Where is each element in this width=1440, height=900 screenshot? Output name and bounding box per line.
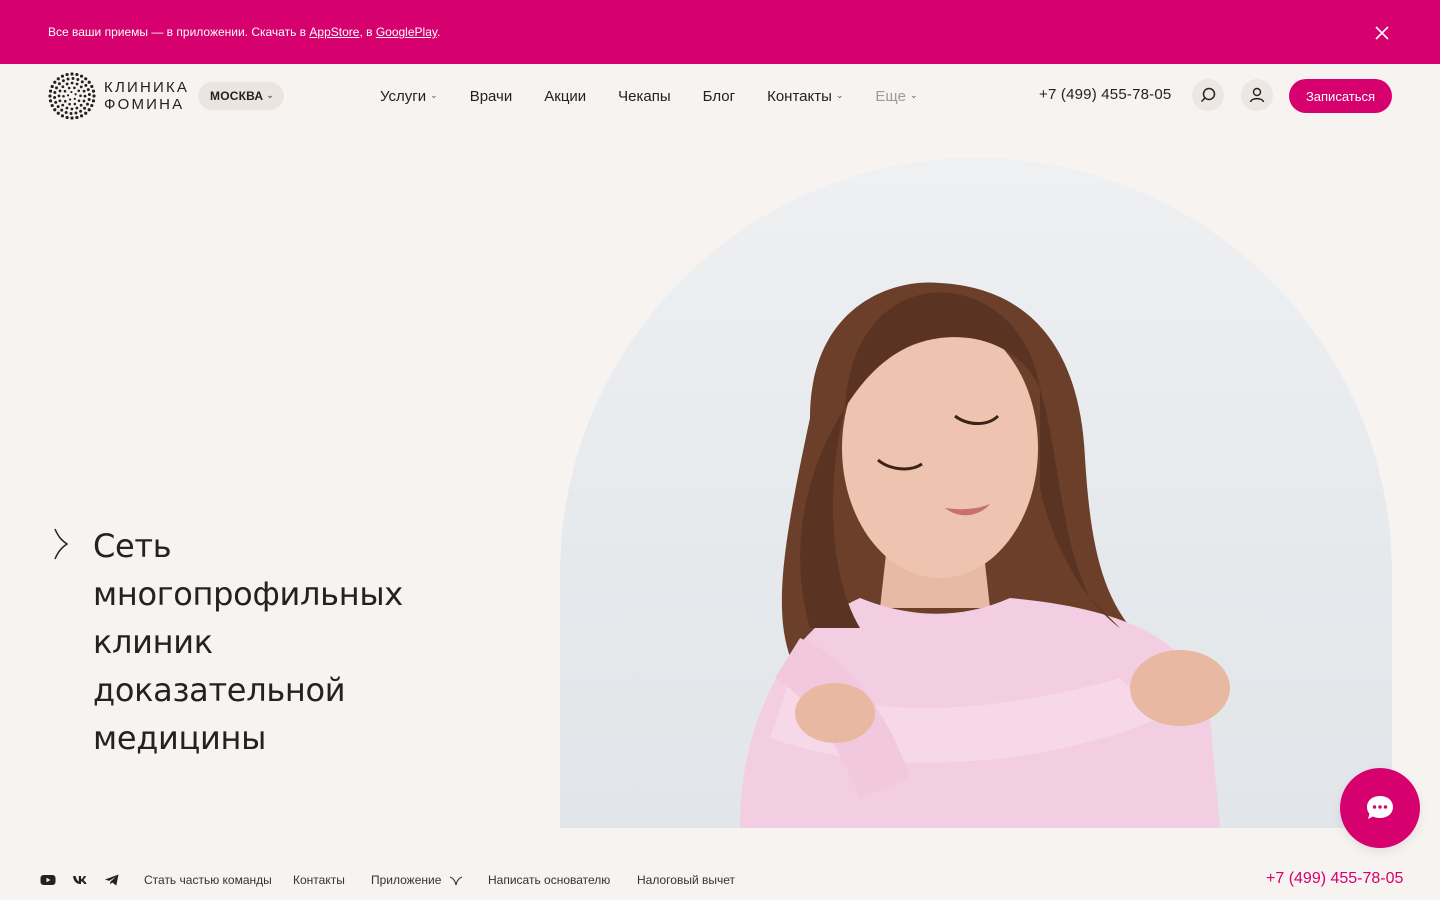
appstore-link[interactable]: AppStore <box>309 25 359 39</box>
app-arrow-icon <box>449 876 462 885</box>
account-button[interactable] <box>1241 79 1273 111</box>
hero-image <box>560 158 1392 828</box>
user-icon <box>1249 87 1265 103</box>
search-icon <box>1200 87 1216 103</box>
logo-text: КЛИНИКА ФОМИНА <box>104 79 190 113</box>
city-label: МОСКВА <box>210 89 264 103</box>
city-selector[interactable]: МОСКВА ⌄ <box>198 82 285 110</box>
nav-doctors[interactable]: Врачи <box>470 88 513 105</box>
promo-text: Все ваши приемы — в приложении. Скачать … <box>48 25 441 39</box>
chevron-down-icon: ⌄ <box>909 89 918 100</box>
footer-bar: Стать частью команды Контакты Приложение… <box>0 860 1440 900</box>
footer-link-contacts[interactable]: Контакты <box>293 873 345 887</box>
search-button[interactable] <box>1192 79 1224 111</box>
chevron-down-icon: ⌄ <box>266 89 275 100</box>
nav-checkups[interactable]: Чекапы <box>618 88 670 105</box>
nav-more[interactable]: Еще ⌄ <box>875 88 917 105</box>
close-icon[interactable] <box>1374 25 1390 41</box>
vk-icon[interactable] <box>72 873 88 887</box>
logo-mark-icon <box>48 72 96 120</box>
telegram-icon[interactable] <box>104 873 120 887</box>
footer-phone[interactable]: +7 (499) 455-78-05 <box>1266 870 1403 888</box>
googleplay-link[interactable]: GooglePlay <box>376 25 437 39</box>
footer-link-tax-deduction[interactable]: Налоговый вычет <box>637 873 735 887</box>
header: КЛИНИКА ФОМИНА МОСКВА ⌄ Услуги ⌄ Врачи Ак… <box>0 64 1440 128</box>
nav-services[interactable]: Услуги ⌄ <box>380 88 438 105</box>
footer-link-careers[interactable]: Стать частью команды <box>144 873 272 887</box>
footer-link-app[interactable]: Приложение <box>371 873 463 887</box>
hero-title: Сеть многопрофильных клиник доказательно… <box>93 527 403 757</box>
logo[interactable]: КЛИНИКА ФОМИНА <box>48 72 189 120</box>
nav-blog[interactable]: Блог <box>703 88 735 105</box>
youtube-icon[interactable] <box>40 873 56 887</box>
header-phone[interactable]: +7 (499) 455-78-05 <box>1039 86 1171 103</box>
main-nav: Услуги ⌄ Врачи Акции Чекапы Блог Контакты… <box>380 64 950 128</box>
signup-button[interactable]: Записаться <box>1289 79 1392 113</box>
chat-icon <box>1367 796 1393 819</box>
chevron-down-icon: ⌄ <box>835 89 844 100</box>
nav-contacts[interactable]: Контакты ⌄ <box>767 88 843 105</box>
hero-photo-illustration <box>740 282 1230 828</box>
nav-promotions[interactable]: Акции <box>544 88 586 105</box>
chevron-down-icon: ⌄ <box>430 89 438 100</box>
footer-link-write-founder[interactable]: Написать основателю <box>488 873 610 887</box>
promo-banner: Все ваши приемы — в приложении. Скачать … <box>0 0 1440 64</box>
hero-arrow-icon <box>54 528 69 560</box>
chat-button[interactable] <box>1340 768 1420 848</box>
